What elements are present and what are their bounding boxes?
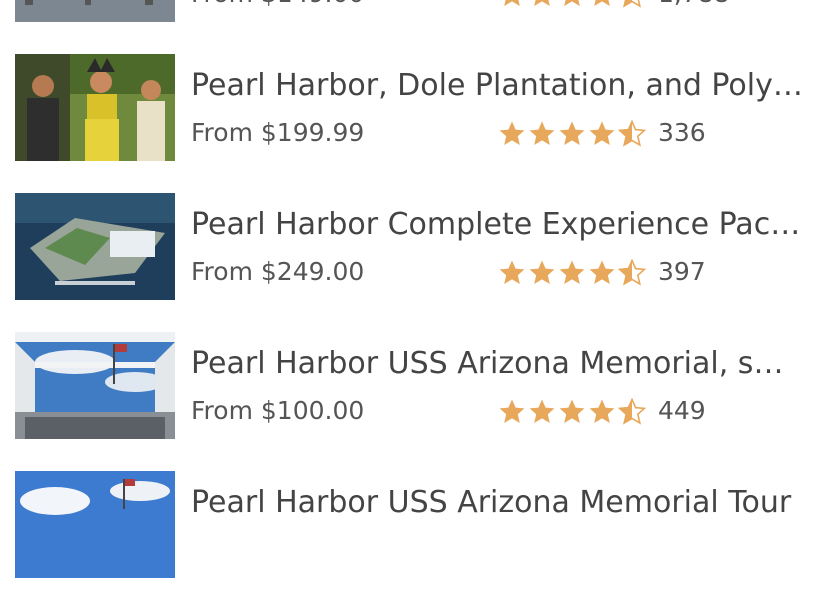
list-item-tour-5[interactable]: Pearl Harbor USS Arizona Memorial Tour [0, 471, 814, 610]
tour-thumbnail[interactable] [15, 332, 175, 439]
tour-price: From $149.00 [191, 0, 364, 10]
tour-thumbnail[interactable] [15, 193, 175, 300]
star-full-icon [588, 398, 616, 426]
star-half-icon [618, 259, 646, 287]
tour-thumbnail[interactable] [15, 471, 175, 578]
tour-list: From $149.00 1,788 Pearl Harbor, Dole Pl… [0, 0, 814, 610]
star-full-icon [498, 0, 526, 9]
review-count[interactable]: 336 [658, 117, 706, 149]
star-full-icon [558, 398, 586, 426]
star-half-icon [618, 398, 646, 426]
star-full-icon [588, 259, 616, 287]
tour-price: From $199.99 [191, 118, 365, 147]
star-rating [498, 0, 646, 9]
review-count[interactable]: 449 [658, 395, 706, 427]
star-rating [498, 120, 646, 148]
tour-title[interactable]: Pearl Harbor, Dole Plantation, and Polyn… [191, 66, 807, 106]
star-full-icon [528, 0, 556, 9]
tour-price: From $100.00 [191, 396, 365, 425]
star-full-icon [528, 120, 556, 148]
star-full-icon [588, 0, 616, 9]
review-count[interactable]: 397 [658, 256, 706, 288]
star-full-icon [498, 120, 526, 148]
star-half-icon [618, 120, 646, 148]
tour-thumbnail[interactable] [15, 54, 175, 161]
star-full-icon [498, 398, 526, 426]
tour-title[interactable]: Pearl Harbor USS Arizona Memorial, small… [191, 344, 807, 384]
list-item-tour-1[interactable]: From $149.00 1,788 [0, 0, 814, 54]
star-full-icon [558, 120, 586, 148]
tour-price: From $249.00 [191, 257, 365, 286]
tour-thumbnail[interactable] [15, 0, 175, 22]
star-half-icon [618, 0, 646, 9]
star-full-icon [558, 259, 586, 287]
star-full-icon [498, 259, 526, 287]
star-rating [498, 398, 646, 426]
tour-title[interactable]: Pearl Harbor USS Arizona Memorial Tour [191, 483, 807, 523]
list-item-tour-2[interactable]: Pearl Harbor, Dole Plantation, and Polyn… [0, 54, 814, 193]
star-full-icon [528, 398, 556, 426]
list-item-tour-4[interactable]: Pearl Harbor USS Arizona Memorial, small… [0, 332, 814, 471]
star-full-icon [558, 0, 586, 9]
tour-title[interactable]: Pearl Harbor Complete Experience Package [191, 205, 807, 245]
star-rating [498, 259, 646, 287]
star-full-icon [588, 120, 616, 148]
review-count[interactable]: 1,788 [658, 0, 730, 10]
star-full-icon [528, 259, 556, 287]
list-item-tour-3[interactable]: Pearl Harbor Complete Experience Package… [0, 193, 814, 332]
